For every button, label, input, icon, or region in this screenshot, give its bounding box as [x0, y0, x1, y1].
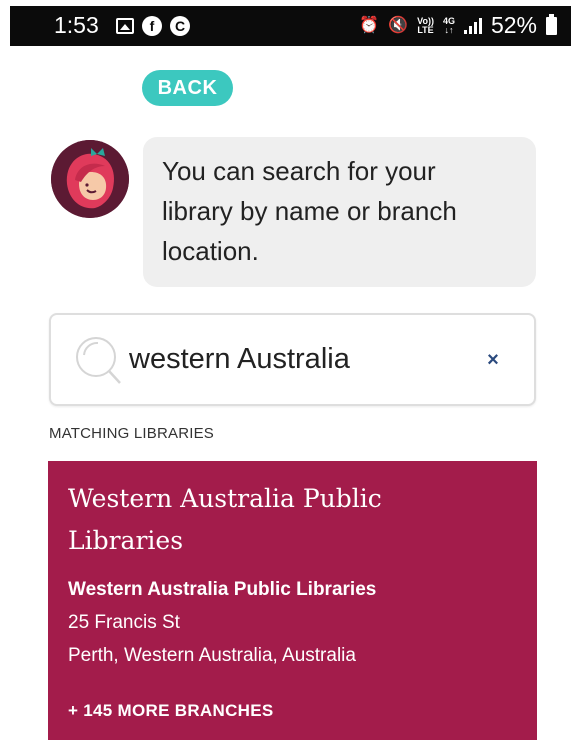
search-input[interactable]	[129, 339, 469, 379]
search-icon	[76, 337, 121, 384]
volte-bottom-text: LTE	[417, 24, 434, 35]
library-title: Libraries	[68, 526, 184, 555]
branch-address-line: Perth, Western Australia, Australia	[68, 645, 356, 666]
back-button[interactable]: BACK	[142, 70, 233, 106]
library-result-card[interactable]: Western Australia Public Libraries Weste…	[48, 461, 537, 740]
alarm-icon: ⏰	[359, 16, 380, 34]
libby-avatar	[51, 140, 129, 218]
library-search-box: ×	[49, 313, 536, 406]
battery-icon	[546, 13, 557, 35]
branch-address-line: 25 Francis St	[68, 612, 180, 633]
assistant-message-line: You can search for your	[162, 156, 436, 186]
gallery-icon	[116, 18, 134, 34]
battery-percent: 52%	[490, 12, 537, 38]
signal-icon	[463, 17, 482, 34]
status-time: 1:53	[54, 12, 99, 38]
status-left-icons: f C	[116, 16, 190, 36]
clear-search-button[interactable]: ×	[482, 349, 504, 371]
branch-name: Western Australia Public Libraries	[68, 579, 377, 600]
network-bottom-text: ↓↑	[444, 24, 454, 35]
facebook-icon: f	[142, 16, 162, 36]
library-title: Western Australia Public	[68, 484, 382, 513]
assistant-message-bubble: You can search for your library by name …	[143, 137, 536, 287]
circle-c-icon: C	[170, 16, 190, 36]
status-bar: 1:53 f C ⏰ 🔇 Vo)) LTE 4G ↓↑ 52%	[10, 6, 571, 46]
assistant-message-line: library by name or branch	[162, 196, 457, 226]
status-right-icons: ⏰ 🔇 Vo)) LTE 4G ↓↑ 52%	[359, 12, 557, 39]
libby-avatar-icon	[51, 140, 129, 218]
mute-icon: 🔇	[388, 16, 409, 34]
assistant-message-line: location.	[162, 236, 259, 266]
matching-libraries-label: MATCHING LIBRARIES	[49, 425, 215, 442]
more-branches-link[interactable]: + 145 MORE BRANCHES	[68, 701, 517, 721]
4g-icon: 4G ↓↑	[443, 16, 455, 35]
volte-icon: Vo)) LTE	[417, 16, 434, 35]
